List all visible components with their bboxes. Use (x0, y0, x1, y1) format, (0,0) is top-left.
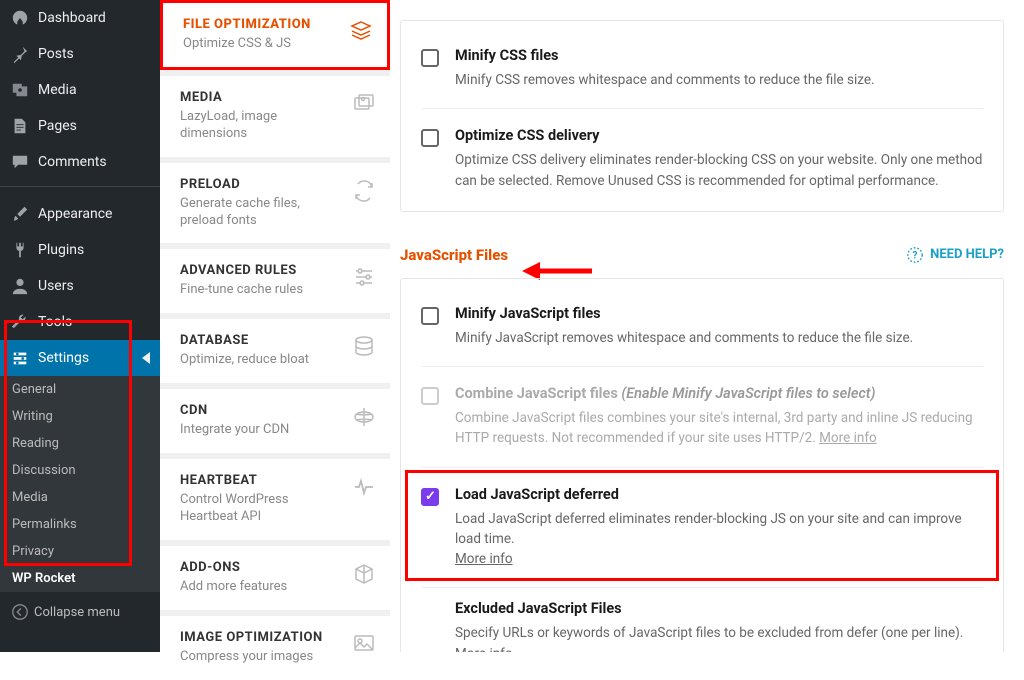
js-options-card: Minify JavaScript files Minify JavaScrip… (400, 278, 1004, 652)
more-info-link[interactable]: More info (455, 646, 513, 653)
section-title: JavaScript Files (400, 246, 508, 264)
layers-icon (349, 19, 373, 43)
submenu-privacy[interactable]: Privacy (0, 538, 160, 565)
option-desc: Specify URLs or keywords of JavaScript f… (455, 623, 983, 652)
refresh-icon (352, 179, 376, 203)
more-info-link[interactable]: More info (455, 551, 513, 567)
option-desc: Optimize CSS delivery eliminates render-… (455, 150, 983, 191)
submenu-writing[interactable]: Writing (0, 403, 160, 430)
submenu-general[interactable]: General (0, 376, 160, 403)
option-desc: Combine JavaScript files combines your s… (455, 408, 983, 449)
option-title: Minify CSS files (455, 47, 983, 64)
submenu-discussion[interactable]: Discussion (0, 457, 160, 484)
wp-menu-media[interactable]: Media (0, 72, 160, 108)
option-desc: Minify JavaScript removes whitespace and… (455, 328, 983, 348)
help-icon: ? (906, 246, 924, 264)
wp-menu-users[interactable]: Users (0, 268, 160, 304)
option-title: Optimize CSS delivery (455, 127, 983, 144)
submenu-permalinks[interactable]: Permalinks (0, 511, 160, 538)
dashboard-icon (10, 8, 30, 28)
sliders-icon (352, 265, 376, 289)
excluded-js-section: Excluded JavaScript Files Specify URLs o… (421, 600, 983, 652)
more-info-link[interactable]: More info (819, 430, 877, 446)
option-combine-js: Combine JavaScript files (Enable Minify … (421, 375, 983, 468)
pages-icon (10, 116, 30, 136)
rocket-tab-image optimization[interactable]: IMAGE OPTIMIZATIONCompress your images (160, 616, 390, 680)
submenu-media[interactable]: Media (0, 484, 160, 511)
wp-menu-dashboard[interactable]: Dashboard (0, 0, 160, 36)
option-minify-css: Minify CSS files Minify CSS removes whit… (421, 37, 983, 109)
rocket-tab-preload[interactable]: PRELOADGenerate cache files, preload fon… (160, 163, 390, 244)
rocket-settings-tabs: FILE OPTIMIZATIONOptimize CSS & JSMEDIAL… (160, 0, 390, 652)
wp-menu-posts[interactable]: Posts (0, 36, 160, 72)
rocket-tab-heartbeat[interactable]: HEARTBEATControl WordPress Heartbeat API (160, 459, 390, 540)
option-defer-js: Load JavaScript deferred Load JavaScript… (421, 476, 983, 589)
images-icon (352, 92, 376, 116)
wp-menu-comments[interactable]: Comments (0, 144, 160, 180)
option-desc: Load JavaScript deferred eliminates rend… (455, 509, 983, 570)
need-help-link[interactable]: ? NEED HELP? (906, 246, 1004, 264)
option-title: Load JavaScript deferred (455, 486, 983, 503)
checkbox-optimize-css[interactable] (421, 129, 439, 147)
user-icon (10, 276, 30, 296)
rocket-tab-advanced rules[interactable]: ADVANCED RULESFine-tune cache rules (160, 249, 390, 313)
collapse-icon (10, 602, 30, 622)
cube-icon (352, 562, 376, 586)
checkbox-combine-js (421, 387, 439, 405)
wp-menu-pages[interactable]: Pages (0, 108, 160, 144)
css-options-card: Minify CSS files Minify CSS removes whit… (400, 20, 1004, 212)
wrench-icon (10, 312, 30, 332)
checkbox-defer-js[interactable] (421, 488, 439, 506)
collapse-menu[interactable]: Collapse menu (0, 592, 160, 632)
picture-icon (352, 632, 376, 656)
wp-menu-settings[interactable]: Settings (0, 340, 160, 376)
rocket-tab-database[interactable]: DATABASEOptimize, reduce bloat (160, 319, 390, 383)
submenu-reading[interactable]: Reading (0, 430, 160, 457)
rocket-tab-media[interactable]: MEDIALazyLoad, image dimensions (160, 76, 390, 157)
wp-menu-plugins[interactable]: Plugins (0, 232, 160, 268)
svg-text:?: ? (913, 250, 918, 261)
settings-icon (10, 348, 30, 368)
checkbox-minify-js[interactable] (421, 307, 439, 325)
rocket-tab-cdn[interactable]: CDNIntegrate your CDN (160, 389, 390, 453)
rocket-tab-file optimization[interactable]: FILE OPTIMIZATIONOptimize CSS & JS (160, 0, 390, 70)
database-icon (352, 335, 376, 359)
sub-title: Excluded JavaScript Files (455, 600, 983, 617)
wp-menu-tools[interactable]: Tools (0, 304, 160, 340)
option-optimize-css: Optimize CSS delivery Optimize CSS deliv… (421, 117, 983, 195)
globe-icon (352, 405, 376, 429)
heartbeat-icon (352, 475, 376, 499)
option-title: Combine JavaScript files (Enable Minify … (455, 385, 983, 402)
comments-icon (10, 152, 30, 172)
option-desc: Minify CSS removes whitespace and commen… (455, 70, 983, 90)
pin-icon (10, 44, 30, 64)
plug-icon (10, 240, 30, 260)
submenu-wp rocket[interactable]: WP Rocket (0, 565, 160, 592)
wp-menu-appearance[interactable]: Appearance (0, 196, 160, 232)
option-minify-js: Minify JavaScript files Minify JavaScrip… (421, 295, 983, 367)
wp-admin-sidebar: DashboardPostsMediaPagesCommentsAppearan… (0, 0, 160, 652)
js-section-header: JavaScript Files ? NEED HELP? (400, 246, 1004, 264)
media-icon (10, 80, 30, 100)
option-title: Minify JavaScript files (455, 305, 983, 322)
rocket-tab-add-ons[interactable]: ADD-ONSAdd more features (160, 546, 390, 610)
checkbox-minify-css[interactable] (421, 49, 439, 67)
brush-icon (10, 204, 30, 224)
collapse-label: Collapse menu (34, 605, 120, 620)
main-content: Minify CSS files Minify CSS removes whit… (390, 0, 1024, 652)
settings-submenu: GeneralWritingReadingDiscussionMediaPerm… (0, 376, 160, 592)
